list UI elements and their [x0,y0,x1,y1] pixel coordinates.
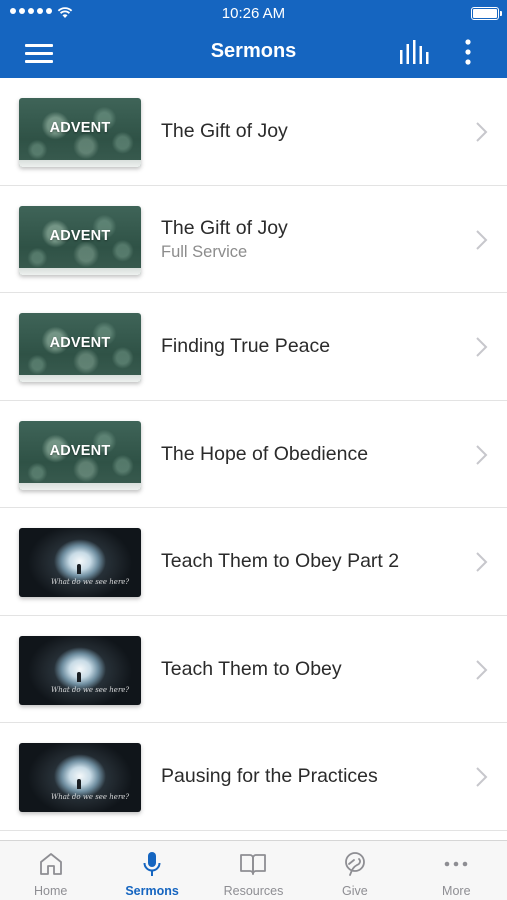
tab-label: Give [342,884,368,898]
sermon-thumbnail: ADVENT [19,420,141,490]
thumbnail-text: ADVENT [49,335,111,351]
sermon-list: ADVENT The Gift of Joy ADVENT The Gift o… [0,78,507,840]
tab-more[interactable]: More [406,841,507,900]
navigation-bar: Sermons [0,28,507,78]
sermon-title: Pausing for the Practices [161,765,378,788]
chevron-right-icon [476,337,488,357]
sermon-title: The Gift of Joy [161,216,288,239]
sermon-title: Teach Them to Obey [161,657,342,680]
chevron-right-icon [476,552,488,572]
tab-label: Home [34,884,68,898]
tab-label: Sermons [125,884,179,898]
book-icon [240,854,267,875]
sermon-row[interactable]: What do we see here? Pausing for the Pra… [0,723,507,831]
thumbnail-text: ADVENT [49,227,111,244]
audio-bars-icon[interactable] [398,40,432,66]
sermon-thumbnail: What do we see here? [19,743,141,812]
ellipsis-icon [444,861,468,867]
give-icon [344,852,365,876]
tab-home[interactable]: Home [0,841,101,900]
sermon-thumbnail: What do we see here? [19,635,141,705]
tab-label: Resources [223,884,284,898]
sermon-row[interactable]: ADVENT The Hope of Obedience [0,401,507,508]
house-icon [39,853,62,875]
chevron-right-icon [476,659,488,680]
battery-icon [471,7,502,20]
sermon-title: Teach Them to Obey Part 2 [161,550,400,573]
sermon-row[interactable]: ADVENT The Gift of Joy Full Service [0,186,507,293]
thumbnail-text: ADVENT [49,442,111,459]
sermon-title: The Gift of Joy [161,120,288,143]
tab-bar: Home Sermons Resources Give More [0,840,507,900]
thumbnail-text: ADVENT [49,120,111,136]
tab-give[interactable]: Give [304,841,405,900]
tab-label: More [442,884,471,898]
sermon-row[interactable]: ADVENT The Gift of Joy [0,78,507,186]
tab-resources[interactable]: Resources [203,841,304,900]
sermon-thumbnail: ADVENT [19,98,141,167]
silhouette-figure [77,564,81,574]
status-time: 10:26 AM [221,5,286,22]
silhouette-figure [77,671,81,682]
sermon-row[interactable]: What do we see here? Teach Them to Obey … [0,508,507,616]
chevron-right-icon [476,122,488,142]
sermon-row[interactable]: What do we see here? Teach Them to Obey [0,616,507,723]
sermon-subtitle: Full Service [161,242,248,261]
microphone-icon [143,852,161,876]
more-options-icon[interactable] [458,39,478,67]
status-bar: 10:26 AM [0,0,507,28]
thumbnail-text: What do we see here? [51,793,130,801]
chevron-right-icon [476,767,488,787]
sermon-thumbnail: ADVENT [19,313,141,382]
thumbnail-text: What do we see here? [51,685,130,694]
thumbnail-text: What do we see here? [51,578,130,586]
sermon-row[interactable]: ADVENT Finding True Peace [0,293,507,401]
sermon-title: Finding True Peace [161,335,331,358]
sermon-title: The Hope of Obedience [161,442,369,465]
sermon-thumbnail: What do we see here? [19,528,141,597]
silhouette-figure [77,779,81,789]
sermon-thumbnail: ADVENT [19,205,141,275]
tab-sermons[interactable]: Sermons [101,841,202,900]
chevron-right-icon [476,444,488,465]
chevron-right-icon [476,229,488,250]
